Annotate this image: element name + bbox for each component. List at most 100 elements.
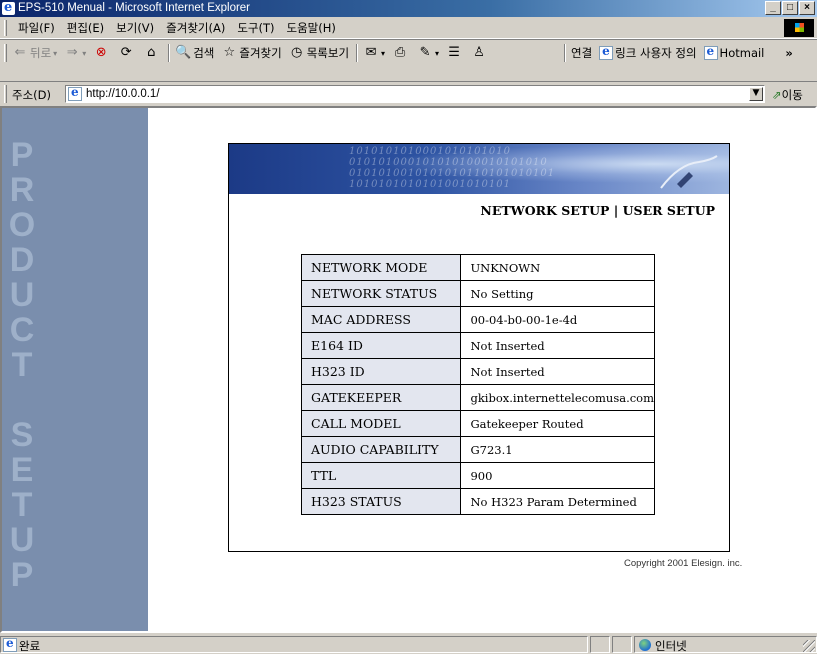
forward-button[interactable]: ⇒ ▾: [64, 45, 86, 61]
table-row: MAC ADDRESS 00-04-b0-00-1e-4d: [300, 306, 655, 333]
back-arrow-icon: ⇐: [14, 45, 26, 60]
network-setup-link[interactable]: NETWORK SETUP: [480, 203, 609, 218]
maximize-button[interactable]: □: [782, 1, 798, 15]
row-value: No Setting: [460, 280, 655, 307]
nav-separator: |: [609, 203, 623, 218]
status-panel: [590, 636, 610, 653]
row-label: H323 ID: [300, 358, 462, 385]
row-label: H323 STATUS: [300, 488, 462, 515]
menu-favorites[interactable]: 즐겨찾기(A): [160, 20, 231, 36]
status-main: 완료: [0, 636, 588, 653]
header-banner: 1010101010001010101010 010101000101010100…: [229, 144, 729, 194]
link-hotmail-label: Hotmail: [719, 46, 765, 60]
menu-view[interactable]: 보기(V): [110, 20, 160, 36]
row-label: GATEKEEPER: [300, 384, 462, 411]
home-icon: ⌂: [147, 45, 156, 60]
row-label: NETWORK STATUS: [300, 280, 462, 307]
go-arrow-icon: ⇗: [772, 88, 782, 102]
forward-arrow-icon: ⇒: [66, 45, 78, 60]
links-label[interactable]: 연결: [571, 45, 592, 61]
row-label: E164 ID: [300, 332, 462, 359]
back-button[interactable]: ⇐ 뒤로 ▾: [12, 45, 58, 61]
ie-page-icon: [3, 636, 17, 652]
menu-tools[interactable]: 도구(T): [231, 20, 280, 36]
address-input[interactable]: http://10.0.0.1/ ▼: [65, 85, 765, 103]
windows-logo-icon: [784, 19, 814, 37]
table-row: NETWORK STATUS No Setting: [300, 280, 655, 307]
discuss-button[interactable]: ☰: [446, 45, 464, 61]
row-value: Gatekeeper Routed: [460, 410, 655, 437]
menu-grip[interactable]: [4, 20, 7, 36]
stop-button[interactable]: ⊗: [93, 45, 111, 61]
table-row: H323 STATUS No H323 Param Determined: [300, 488, 655, 515]
favorites-label: 즐겨찾기: [239, 46, 282, 60]
edit-icon: ✎: [419, 45, 431, 60]
mail-button[interactable]: ✉ ▾: [363, 45, 385, 61]
globe-icon: [639, 639, 651, 651]
row-value: UNKNOWN: [460, 254, 655, 281]
menu-bar: 파일(F) 편집(E) 보기(V) 즐겨찾기(A) 도구(T) 도움말(H): [0, 17, 817, 39]
row-value: 00-04-b0-00-1e-4d: [460, 306, 655, 333]
discuss-icon: ☰: [448, 45, 460, 60]
table-row: NETWORK MODE UNKNOWN: [300, 254, 655, 281]
row-value: Not Inserted: [460, 332, 655, 359]
pen-icon: [660, 155, 718, 189]
toolbar-separator: [356, 44, 359, 62]
search-label: 검색: [193, 46, 215, 60]
status-bar: 완료 인터넷: [0, 635, 817, 654]
resize-grip[interactable]: [803, 640, 815, 652]
window-title: EPS-510 Menual - Microsoft Internet Expl…: [18, 2, 251, 14]
home-button[interactable]: ⌂: [143, 45, 161, 61]
table-row: GATEKEEPER gkibox.internettelecomusa.com: [300, 384, 655, 411]
content-frame: 1010101010001010101010 010101000101010100…: [228, 143, 730, 552]
back-label: 뒤로: [30, 46, 52, 60]
user-setup-link[interactable]: USER SETUP: [623, 203, 715, 218]
ie-page-icon: [703, 44, 718, 60]
edit-button[interactable]: ✎ ▾: [417, 45, 439, 61]
go-button[interactable]: ⇗이동: [772, 87, 803, 103]
table-row: TTL 900: [300, 462, 655, 489]
print-button[interactable]: ⎙: [392, 45, 410, 61]
history-button[interactable]: ◷ 목록보기: [289, 45, 349, 61]
ie-page-icon: [599, 44, 614, 60]
address-grip[interactable]: [4, 85, 7, 103]
history-icon: ◷: [291, 45, 303, 60]
row-value: 900: [460, 462, 655, 489]
row-value: No H323 Param Determined: [460, 488, 655, 515]
status-table: NETWORK MODE UNKNOWN NETWORK STATUS No Sett…: [300, 254, 655, 515]
menu-help[interactable]: 도움말(H): [281, 20, 342, 36]
favorites-button[interactable]: ☆ 즐겨찾기: [221, 45, 282, 61]
link-hotmail[interactable]: Hotmail: [703, 44, 765, 60]
messenger-button[interactable]: ♙: [471, 45, 489, 61]
table-row: AUDIO CAPABILITY G723.1: [300, 436, 655, 463]
copyright-text: Copyright 2001 Elesign. inc.: [624, 558, 743, 569]
favorites-icon: ☆: [223, 45, 236, 60]
row-label: TTL: [300, 462, 462, 489]
ie-icon[interactable]: [2, 0, 15, 16]
link-customize[interactable]: 링크 사용자 정의: [599, 44, 697, 61]
refresh-button[interactable]: ⟳: [118, 45, 136, 61]
go-label: 이동: [781, 88, 803, 102]
menu-edit[interactable]: 편집(E): [61, 20, 110, 36]
stop-icon: ⊗: [95, 45, 107, 60]
minimize-button[interactable]: _: [765, 1, 781, 15]
links-more-button[interactable]: »: [785, 46, 792, 60]
chevron-down-icon[interactable]: ▼: [749, 87, 763, 101]
toolbar-grip[interactable]: [4, 44, 7, 62]
menu-file[interactable]: 파일(F): [12, 20, 61, 36]
close-button[interactable]: ×: [799, 1, 815, 15]
row-label: CALL MODEL: [300, 410, 462, 437]
table-row: CALL MODEL Gatekeeper Routed: [300, 410, 655, 437]
side-panel-title: PRODUCT SETUP: [3, 136, 41, 591]
setup-nav: NETWORK SETUP | USER SETUP: [480, 203, 715, 218]
search-button[interactable]: 🔍 검색: [175, 45, 214, 61]
row-label: NETWORK MODE: [300, 254, 462, 281]
address-url[interactable]: http://10.0.0.1/: [86, 88, 160, 100]
table-row: E164 ID Not Inserted: [300, 332, 655, 359]
ie-page-icon: [68, 85, 82, 101]
print-icon: ⎙: [394, 45, 406, 60]
status-text: 완료: [19, 639, 41, 653]
row-label: MAC ADDRESS: [300, 306, 462, 333]
status-zone: 인터넷: [634, 636, 817, 653]
link-customize-label: 링크 사용자 정의: [615, 46, 697, 60]
